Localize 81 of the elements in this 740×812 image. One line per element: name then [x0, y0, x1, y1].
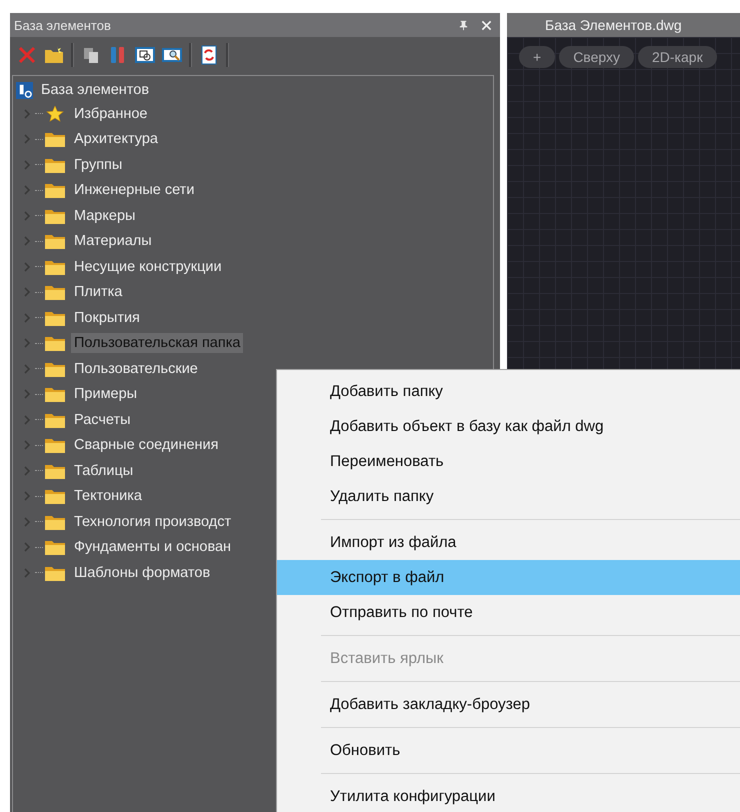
expand-icon[interactable]: [23, 134, 31, 144]
tree-item[interactable]: Группы: [71, 154, 126, 175]
tree-item[interactable]: Несущие конструкции: [71, 256, 225, 277]
folder-icon: [45, 539, 65, 556]
expand-icon[interactable]: [23, 287, 31, 298]
expand-icon[interactable]: [23, 210, 31, 221]
expand-icon[interactable]: [23, 568, 31, 578]
window-icon[interactable]: [135, 45, 155, 65]
tree-item[interactable]: Покрытия: [71, 308, 143, 328]
expand-icon[interactable]: [23, 160, 31, 170]
tree-item[interactable]: Материалы: [71, 231, 155, 252]
tree-item[interactable]: Архитектура: [71, 129, 161, 150]
menu-item[interactable]: Обновить: [277, 733, 740, 768]
tree-item[interactable]: Инженерные сети: [71, 180, 198, 200]
folder-icon: [45, 208, 65, 224]
pin-icon[interactable]: [458, 20, 469, 30]
tree-item[interactable]: Избранное: [71, 104, 150, 124]
tree-item[interactable]: Шаблоны форматов: [71, 562, 214, 583]
folder-icon: [45, 258, 65, 275]
menu-item[interactable]: Удалить папку: [277, 479, 740, 514]
folder-icon: [45, 564, 65, 581]
close-icon[interactable]: [481, 20, 492, 30]
folder-icon: [45, 335, 65, 352]
folder-icon: [45, 310, 65, 326]
menu-item[interactable]: Переименовать: [277, 444, 740, 479]
menu-item[interactable]: Импорт из файла: [277, 525, 740, 560]
expand-icon[interactable]: [23, 414, 31, 425]
tree-item[interactable]: Технология производст: [71, 512, 234, 532]
expand-icon[interactable]: [23, 491, 31, 502]
expand-icon[interactable]: [23, 542, 31, 552]
tree-item[interactable]: База элементов: [41, 82, 150, 98]
tree-item[interactable]: Тектоника: [71, 486, 145, 506]
tree-item[interactable]: Плитка: [71, 282, 126, 302]
expand-icon[interactable]: [23, 364, 31, 374]
copy-icon[interactable]: [81, 45, 101, 65]
expand-icon[interactable]: [23, 338, 31, 348]
expand-icon[interactable]: [23, 185, 31, 196]
folder-icon: [45, 437, 65, 454]
tree-item[interactable]: Примеры: [71, 384, 140, 404]
menu-item[interactable]: Добавить объект в базу как файл dwg: [277, 409, 740, 444]
folder-icon: [45, 360, 65, 377]
folder-icon: [45, 386, 65, 402]
menu-item[interactable]: Утилита конфигурации: [277, 779, 740, 812]
menu-item[interactable]: Отправить по почте: [277, 595, 740, 630]
new-folder-icon[interactable]: [44, 45, 64, 65]
folder-icon: [45, 488, 65, 504]
view-button[interactable]: 2D-карк: [638, 46, 717, 68]
expand-icon[interactable]: [23, 236, 31, 246]
folder-icon: [45, 182, 65, 198]
folder-icon: [45, 156, 65, 173]
tree-item[interactable]: Маркеры: [71, 206, 138, 226]
expand-icon[interactable]: [23, 440, 31, 450]
view-button[interactable]: Сверху: [559, 46, 634, 68]
preview-icon[interactable]: [162, 45, 182, 65]
refresh-icon[interactable]: [199, 45, 219, 65]
panel-title: База элементов: [14, 18, 112, 32]
star-icon: [45, 106, 65, 122]
expand-icon[interactable]: [23, 466, 31, 476]
menu-item[interactable]: Экспорт в файл: [277, 560, 740, 595]
folder-icon: [45, 514, 65, 530]
menu-item[interactable]: Добавить папку: [277, 374, 740, 409]
expand-icon[interactable]: [23, 262, 31, 272]
tree-item[interactable]: Сварные соединения: [71, 435, 222, 456]
expand-icon[interactable]: [23, 516, 31, 527]
tree-item[interactable]: Фундаменты и основан: [71, 537, 234, 558]
expand-icon[interactable]: [23, 108, 31, 119]
delete-icon[interactable]: [17, 45, 37, 65]
tree-item[interactable]: Пользовательские: [71, 358, 201, 379]
document-tab[interactable]: База Элементов.dwg: [507, 13, 740, 37]
folder-icon: [45, 412, 65, 428]
tree-item[interactable]: Пользовательская папка: [71, 333, 244, 354]
folder-icon: [45, 462, 65, 479]
tree-item[interactable]: Таблицы: [71, 460, 136, 481]
expand-icon[interactable]: [23, 312, 31, 323]
view-button[interactable]: +: [519, 46, 556, 68]
menu-item[interactable]: Добавить закладку-броузер: [277, 687, 740, 722]
expand-icon[interactable]: [23, 389, 31, 400]
folder-icon: [45, 233, 65, 250]
folder-icon: [45, 284, 65, 300]
folder-icon: [45, 131, 65, 148]
tree-item[interactable]: Расчеты: [71, 410, 134, 430]
